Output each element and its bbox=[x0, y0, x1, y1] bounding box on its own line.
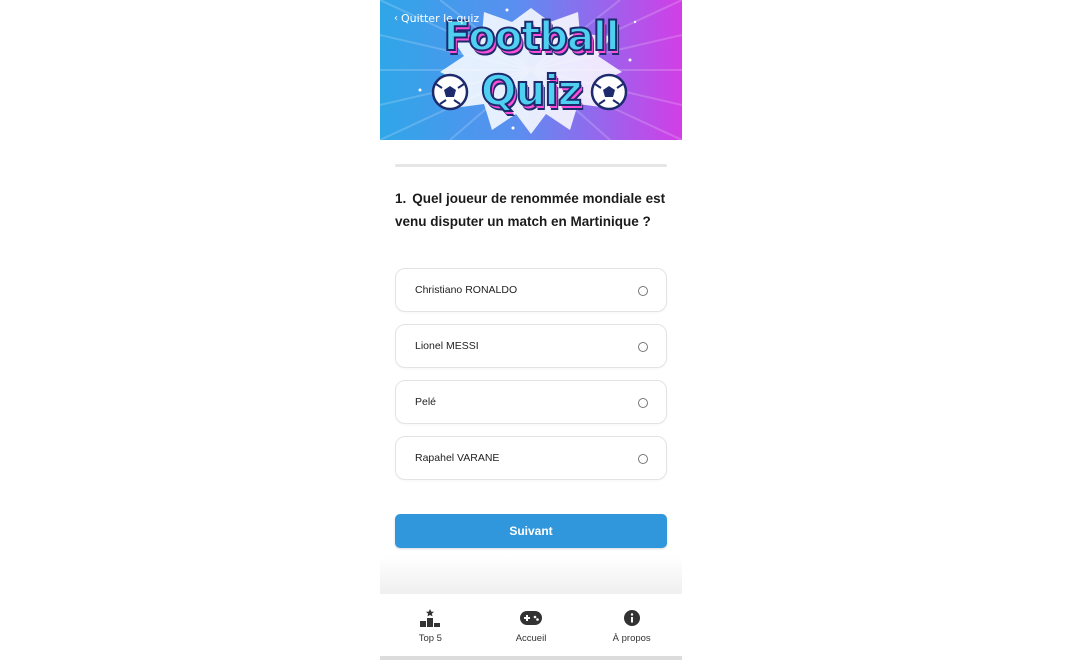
answer-option-label: Rapahel VARANE bbox=[415, 452, 500, 464]
content-fade bbox=[380, 556, 682, 594]
quit-quiz-label: Quitter le quiz bbox=[401, 12, 480, 25]
quiz-banner: Football Quiz ‹ Quitter le quiz bbox=[380, 0, 682, 140]
chevron-left-icon: ‹ bbox=[394, 13, 398, 24]
answer-option-label: Christiano RONALDO bbox=[415, 284, 518, 296]
question-text: 1. Quel joueur de renommée mondiale est v… bbox=[395, 188, 670, 233]
radio-button[interactable] bbox=[638, 454, 648, 464]
answer-option[interactable]: Christiano RONALDO bbox=[395, 268, 667, 312]
quiz-app: Football Quiz ‹ Quitter le quiz 1. Quel j… bbox=[380, 0, 682, 660]
nav-label: Accueil bbox=[515, 633, 547, 644]
next-button[interactable]: Suivant bbox=[395, 514, 667, 548]
answer-option[interactable]: Lionel MESSI bbox=[395, 324, 667, 368]
quit-quiz-link[interactable]: ‹ Quitter le quiz bbox=[394, 12, 479, 25]
question-number: 1. bbox=[395, 191, 407, 206]
question-label: Quel joueur de renommée mondiale est ven… bbox=[395, 191, 666, 229]
radio-button[interactable] bbox=[638, 342, 648, 352]
podium-icon bbox=[420, 609, 441, 627]
answer-option-label: Pelé bbox=[415, 396, 437, 408]
answer-option-label: Lionel MESSI bbox=[415, 340, 479, 352]
nav-item-top5[interactable]: Top 5 bbox=[380, 594, 481, 656]
gamepad-icon bbox=[520, 609, 542, 627]
nav-item-home[interactable]: Accueil bbox=[481, 594, 582, 656]
banner-title-line2: Quiz bbox=[480, 65, 583, 116]
answer-option[interactable]: Rapahel VARANE bbox=[395, 436, 667, 480]
bottom-edge bbox=[380, 656, 682, 660]
radio-button[interactable] bbox=[638, 286, 648, 296]
progress-divider bbox=[395, 164, 667, 167]
info-icon bbox=[623, 609, 640, 627]
bottom-navigation: Top 5 Accueil À propos bbox=[380, 594, 682, 656]
radio-button[interactable] bbox=[638, 398, 648, 408]
nav-item-about[interactable]: À propos bbox=[581, 594, 682, 656]
answer-option[interactable]: Pelé bbox=[395, 380, 667, 424]
nav-label: Top 5 bbox=[418, 633, 442, 644]
answer-options: Christiano RONALDO Lionel MESSI Pelé Rap… bbox=[395, 268, 667, 492]
nav-label: À propos bbox=[612, 633, 651, 644]
